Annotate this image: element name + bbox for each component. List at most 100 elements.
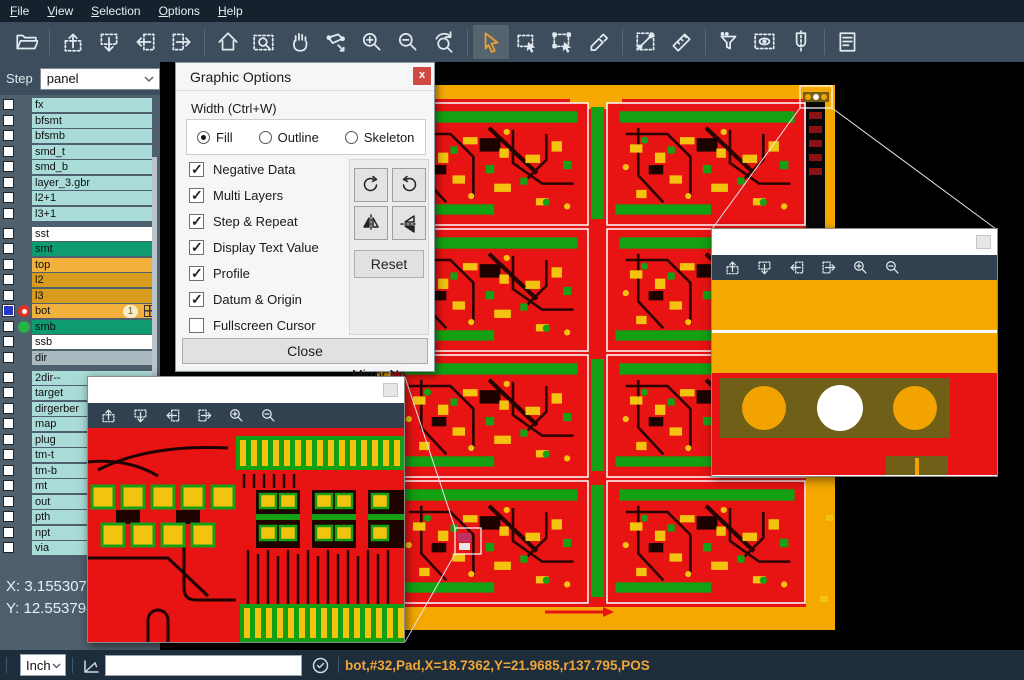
layer-row-bfsmb[interactable]: bfsmb	[0, 129, 160, 143]
radio-fill[interactable]: Fill	[197, 130, 233, 145]
radio-dot[interactable]	[197, 131, 210, 144]
layer-row-l3+1[interactable]: l3+1	[0, 207, 160, 221]
layer-visibility-checkbox[interactable]	[3, 352, 14, 363]
layer-row-top[interactable]: top	[0, 258, 160, 272]
layer-row-ssb[interactable]: ssb	[0, 335, 160, 349]
layer-visibility-checkbox[interactable]	[3, 228, 14, 239]
radio-dot[interactable]	[345, 131, 358, 144]
layer-visibility-checkbox[interactable]	[3, 192, 14, 203]
layer-row-smd_b[interactable]: smd_b	[0, 160, 160, 174]
checkbox-box[interactable]	[189, 162, 204, 177]
rotate-cw-button[interactable]	[354, 168, 388, 202]
layer-visibility-checkbox[interactable]	[3, 434, 14, 445]
zoom-previous-button[interactable]	[426, 25, 462, 59]
layer-visibility-checkbox[interactable]	[3, 243, 14, 254]
angle-measure-icon[interactable]	[79, 653, 103, 677]
report-list-button[interactable]	[830, 25, 866, 59]
zoom-out-button[interactable]	[882, 258, 902, 278]
layer-visibility-checkbox[interactable]	[3, 403, 14, 414]
checkbox-box[interactable]	[189, 292, 204, 307]
layer-name-bar[interactable]: smt	[32, 242, 152, 256]
zoom-window-right-titlebar[interactable]	[712, 229, 997, 255]
layer-visibility-checkbox[interactable]	[3, 418, 14, 429]
filter-button[interactable]	[711, 25, 747, 59]
layer-visibility-checkbox[interactable]	[3, 290, 14, 301]
menu-item-selection[interactable]: Selection	[91, 4, 140, 18]
zoom-in-button[interactable]	[850, 258, 870, 278]
layer-row-bfsmt[interactable]: bfsmt	[0, 114, 160, 128]
step-move-up-button[interactable]	[98, 406, 118, 426]
layer-visibility-checkbox[interactable]	[3, 527, 14, 538]
layer-name-bar[interactable]: layer_3.gbr	[32, 176, 152, 190]
layer-visibility-checkbox[interactable]	[3, 177, 14, 188]
layer-name-bar[interactable]: sst	[32, 227, 152, 241]
rect-select-button[interactable]	[509, 25, 545, 59]
layer-name-bar[interactable]: fx	[32, 98, 152, 112]
command-input[interactable]	[105, 655, 302, 676]
layer-row-layer_3.gbr[interactable]: layer_3.gbr	[0, 176, 160, 190]
checkbox-box[interactable]	[189, 188, 204, 203]
close-button[interactable]: Close	[182, 338, 428, 364]
pan-hand-button[interactable]	[282, 25, 318, 59]
close-icon[interactable]: x	[413, 67, 431, 85]
menu-item-options[interactable]: Options	[159, 4, 200, 18]
checkbox-profile[interactable]: Profile	[189, 260, 319, 286]
layer-visibility-checkbox[interactable]	[3, 372, 14, 383]
flip-vertical-button[interactable]	[392, 206, 426, 240]
layer-name-bar[interactable]: dir	[32, 351, 152, 365]
layer-visibility-checkbox[interactable]	[3, 321, 14, 332]
zoom-out-button[interactable]	[258, 406, 278, 426]
step-move-left-button[interactable]	[786, 258, 806, 278]
checkbox-step-repeat[interactable]: Step & Repeat	[189, 208, 319, 234]
layer-visibility-checkbox[interactable]	[3, 259, 14, 270]
object-distance-button[interactable]	[318, 25, 354, 59]
radio-outline[interactable]: Outline	[259, 130, 319, 145]
layer-visibility-checkbox[interactable]	[3, 511, 14, 522]
preview-eye-button[interactable]	[747, 25, 783, 59]
layer-visibility-checkbox[interactable]	[3, 130, 14, 141]
flip-horizontal-button[interactable]	[354, 206, 388, 240]
layer-visibility-checkbox[interactable]	[3, 449, 14, 460]
layer-visibility-checkbox[interactable]	[3, 496, 14, 507]
layer-row-l2+1[interactable]: l2+1	[0, 191, 160, 205]
ruler-button[interactable]	[664, 25, 700, 59]
checkbox-box[interactable]	[189, 318, 204, 333]
zoom-in-button[interactable]	[354, 25, 390, 59]
zoom-window-right-view[interactable]	[712, 280, 997, 475]
layer-visibility-checkbox[interactable]	[3, 208, 14, 219]
measure-diagonal-button[interactable]	[628, 25, 664, 59]
window-menu-button[interactable]	[976, 235, 991, 249]
step-move-down-button[interactable]	[91, 25, 127, 59]
checkbox-box[interactable]	[189, 266, 204, 281]
step-move-right-button[interactable]	[818, 258, 838, 278]
group-select-button[interactable]	[545, 25, 581, 59]
checkbox-display-text-value[interactable]: Display Text Value	[189, 234, 319, 260]
home-view-button[interactable]	[210, 25, 246, 59]
layer-row-smb[interactable]: smb	[0, 320, 160, 334]
checkbox-datum-origin[interactable]: Datum & Origin	[189, 286, 319, 312]
layer-name-bar[interactable]: ssb	[32, 335, 152, 349]
layer-name-bar[interactable]: bfsmt	[32, 114, 152, 128]
zoom-in-button[interactable]	[226, 406, 246, 426]
apply-command-icon[interactable]	[308, 653, 332, 677]
step-move-left-button[interactable]	[162, 406, 182, 426]
zoom-window-left-view[interactable]	[88, 428, 404, 642]
step-select[interactable]: panel	[40, 68, 160, 90]
layer-visibility-checkbox[interactable]	[3, 387, 14, 398]
select-arrow-button[interactable]	[473, 25, 509, 59]
layer-name-bar[interactable]: bfsmb	[32, 129, 152, 143]
menu-item-view[interactable]: View	[47, 4, 73, 18]
layer-visibility-checkbox[interactable]	[3, 542, 14, 553]
step-move-right-button[interactable]	[163, 25, 199, 59]
open-folder-button[interactable]	[8, 25, 44, 59]
menu-item-file[interactable]: File	[10, 4, 29, 18]
checkbox-box[interactable]	[189, 214, 204, 229]
radio-skeleton[interactable]: Skeleton	[345, 130, 415, 145]
step-move-up-button[interactable]	[722, 258, 742, 278]
step-move-up-button[interactable]	[55, 25, 91, 59]
zoom-out-button[interactable]	[390, 25, 426, 59]
layer-name-bar[interactable]: l3	[32, 289, 152, 303]
layer-visibility-checkbox[interactable]	[3, 336, 14, 347]
layer-visibility-checkbox[interactable]	[3, 480, 14, 491]
layer-visibility-checkbox[interactable]	[3, 146, 14, 157]
